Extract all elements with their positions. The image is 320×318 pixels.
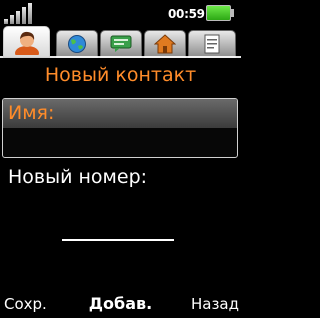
contact-person-icon (14, 31, 39, 55)
number-input-line[interactable] (62, 239, 174, 241)
battery-icon (206, 5, 235, 21)
globe-icon (68, 35, 86, 53)
tab-notes[interactable] (188, 30, 236, 58)
name-field-header: Имя: (3, 99, 237, 128)
name-field-label: Имя: (8, 102, 55, 124)
name-field[interactable]: Имя: (2, 98, 238, 158)
tab-contact[interactable] (3, 26, 50, 58)
softkey-bar: Сохр. Добав. Назад (0, 293, 241, 315)
signal-bars-icon (4, 3, 32, 24)
new-number-label[interactable]: Новый номер: (8, 166, 147, 188)
tab-internet[interactable] (56, 30, 98, 58)
back-softkey[interactable]: Назад (191, 295, 239, 313)
message-bubble-icon (110, 35, 132, 52)
home-icon (154, 34, 176, 54)
tab-home[interactable] (144, 30, 186, 58)
page-title: Новый контакт (44, 64, 197, 86)
tab-messages[interactable] (100, 30, 142, 58)
status-bar: 00:59 (0, 0, 241, 28)
tab-bar (0, 26, 241, 60)
clock-time: 00:59 (168, 7, 205, 21)
notepad-icon (204, 34, 220, 54)
